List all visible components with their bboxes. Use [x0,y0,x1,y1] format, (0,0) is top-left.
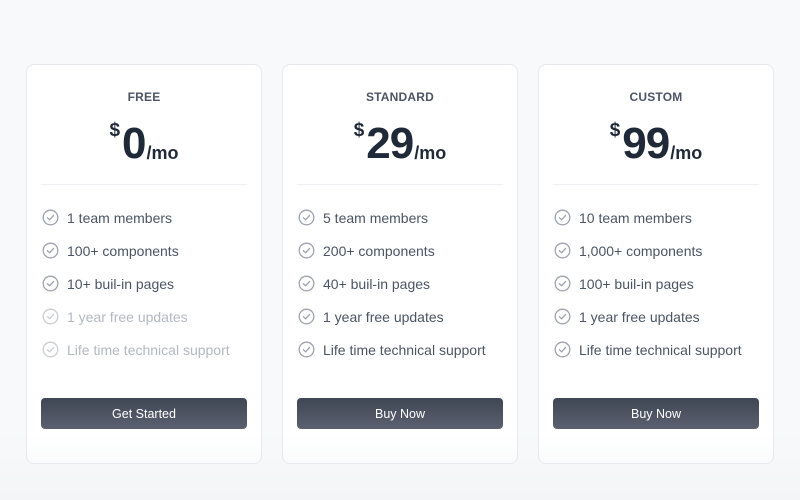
buy-now-button[interactable]: Buy Now [553,398,759,429]
check-circle-icon [298,242,315,259]
check-circle-icon [554,275,571,292]
check-circle-icon [42,242,59,259]
feature-item: 1 year free updates [41,300,247,333]
pricing-card-free: FREE $ 0 /mo 1 team members 100+ compone… [26,64,262,464]
feature-label: 1,000+ components [579,242,703,259]
divider [297,184,503,185]
get-started-button[interactable]: Get Started [41,398,247,429]
feature-item: Life time technical support [297,333,503,366]
feature-label: 10+ buil-in pages [67,275,175,292]
card-fade [283,435,517,463]
feature-item: 10+ buil-in pages [41,267,247,300]
price-currency: $ [609,120,621,141]
feature-label: Life time technical support [323,341,486,358]
check-circle-icon [298,341,315,358]
check-circle-icon [554,209,571,226]
price-amount: 0 [122,119,147,168]
pricing-card-custom: CUSTOM $ 99 /mo 10 team members 1,000+ c… [538,64,774,464]
check-circle-icon [42,308,59,325]
pricing-card-standard: STANDARD $ 29 /mo 5 team members 200+ co… [282,64,518,464]
plan-name: CUSTOM [629,90,683,104]
divider [41,184,247,185]
check-circle-icon [42,341,59,358]
price-period: /mo [414,143,447,163]
price-currency: $ [353,120,365,141]
check-circle-icon [298,275,315,292]
buy-now-button[interactable]: Buy Now [297,398,503,429]
feature-item: 200+ components [297,234,503,267]
divider [553,184,759,185]
plan-name: STANDARD [365,90,435,104]
feature-item: 100+ buil-in pages [553,267,759,300]
price-amount: 99 [622,119,670,168]
price-period: /mo [146,143,179,163]
feature-label: 100+ components [67,242,179,259]
feature-item: 1 year free updates [297,300,503,333]
feature-item: 10 team members [553,201,759,234]
check-circle-icon [42,209,59,226]
feature-label: Life time technical support [579,341,742,358]
feature-item: 5 team members [297,201,503,234]
feature-label: 40+ buil-in pages [323,275,431,292]
price-currency: $ [109,120,121,141]
feature-item: Life time technical support [553,333,759,366]
feature-label: Life time technical support [67,341,230,358]
check-circle-icon [298,209,315,226]
pricing-cards: FREE $ 0 /mo 1 team members 100+ compone… [26,64,774,464]
pricing-page: FREE $ 0 /mo 1 team members 100+ compone… [0,0,800,500]
card-fade [539,435,773,463]
feature-label: 100+ buil-in pages [579,275,694,292]
check-circle-icon [554,308,571,325]
plan-price: $ 99 /mo [553,119,759,168]
check-circle-icon [298,308,315,325]
feature-item: 40+ buil-in pages [297,267,503,300]
plan-price: $ 0 /mo [41,119,247,168]
feature-label: 1 team members [67,209,173,226]
check-circle-icon [42,275,59,292]
plan-price: $ 29 /mo [297,119,503,168]
feature-label: 5 team members [323,209,429,226]
feature-list: 1 team members 100+ components 10+ buil-… [41,201,247,366]
feature-item: Life time technical support [41,333,247,366]
feature-item: 1 team members [41,201,247,234]
feature-label: 10 team members [579,209,692,226]
feature-list: 5 team members 200+ components 40+ buil-… [297,201,503,366]
card-fade [27,435,261,463]
feature-item: 1,000+ components [553,234,759,267]
feature-label: 1 year free updates [579,308,700,325]
feature-label: 1 year free updates [67,308,188,325]
feature-list: 10 team members 1,000+ components 100+ b… [553,201,759,366]
check-circle-icon [554,242,571,259]
price-amount: 29 [366,119,414,168]
feature-item: 1 year free updates [553,300,759,333]
plan-name: FREE [127,90,161,104]
feature-label: 200+ components [323,242,435,259]
feature-item: 100+ components [41,234,247,267]
feature-label: 1 year free updates [323,308,444,325]
check-circle-icon [554,341,571,358]
price-period: /mo [670,143,703,163]
